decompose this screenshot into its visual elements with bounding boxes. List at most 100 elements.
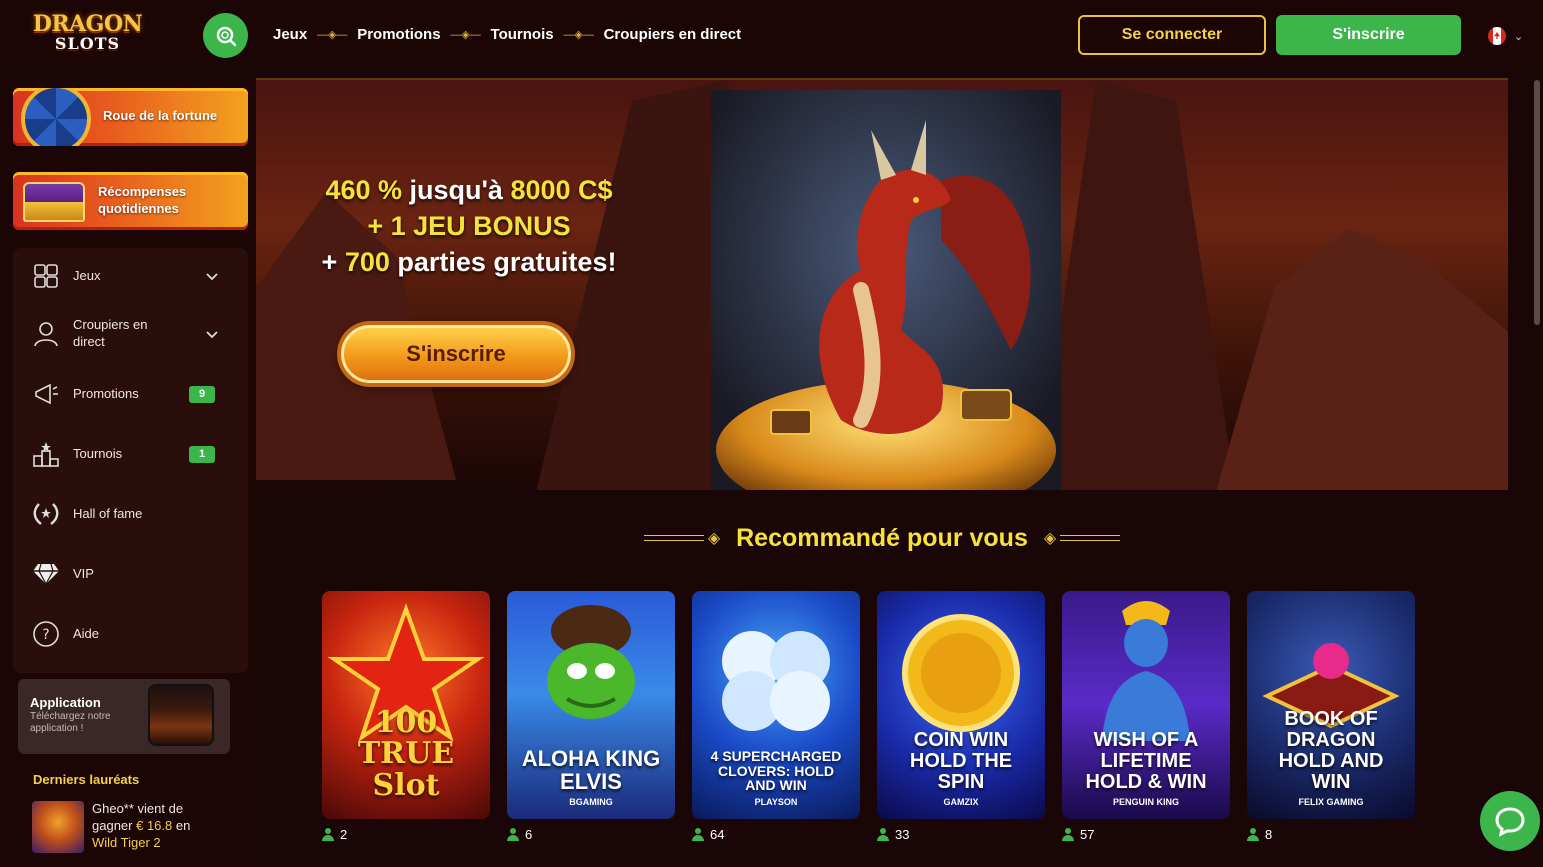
game-thumbnail[interactable]: ALOHA KING ELVIS BGAMING xyxy=(507,591,675,819)
game-card[interactable]: ALOHA KING ELVIS BGAMING 6 xyxy=(507,591,675,851)
latest-winners-title: Derniers lauréats xyxy=(33,772,140,787)
game-title: COIN WIN HOLD THE SPIN xyxy=(909,729,1013,793)
frog-character-icon xyxy=(547,605,635,719)
fortune-wheel-icon xyxy=(21,88,91,146)
winner-game-thumbnail[interactable] xyxy=(32,801,84,853)
bonus-game: + 1 JEU BONUS xyxy=(367,211,571,241)
sidebar-item-jeux[interactable]: Jeux xyxy=(13,248,248,304)
players-count: 33 xyxy=(877,827,1045,842)
sidebar-item-label: Promotions xyxy=(73,385,139,401)
nav-croupiers[interactable]: Croupiers en direct xyxy=(604,26,742,43)
nav-tournois[interactable]: Tournois xyxy=(491,26,554,43)
sidebar-menu: Jeux Croupiers en direct Promotions 9 To… xyxy=(13,248,248,673)
mountain-background xyxy=(1036,80,1236,490)
game-thumbnail[interactable]: WISH OF A LIFETIME HOLD & WIN PENGUIN KI… xyxy=(1062,591,1230,819)
dragon-illustration xyxy=(711,90,1061,490)
game-card[interactable]: COIN WIN HOLD THE SPIN GAMZIX 33 xyxy=(877,591,1045,851)
recommended-title: Recommandé pour vous xyxy=(736,523,1028,552)
game-provider: FELIX GAMING xyxy=(1298,797,1364,807)
chevron-down-icon[interactable] xyxy=(206,270,218,282)
diamond-separator-icon: —◈— xyxy=(450,28,481,41)
nav-jeux[interactable]: Jeux xyxy=(273,26,307,43)
game-provider: PENGUIN KING xyxy=(1112,797,1179,807)
wheel-label: Roue de la fortune xyxy=(103,108,218,123)
sidebar-item-vip[interactable]: VIP xyxy=(13,544,248,604)
players-count: 8 xyxy=(1247,827,1415,842)
dragon-slots-logo[interactable]: DRAGON SLOTS xyxy=(30,8,145,56)
sidebar-item-tournois[interactable]: Tournois 1 xyxy=(13,424,248,484)
canada-flag-icon xyxy=(1488,27,1506,45)
live-chat-button[interactable] xyxy=(1480,791,1540,851)
user-icon xyxy=(692,828,704,841)
help-icon: ? xyxy=(31,619,61,649)
winner-amount: € 16.8 xyxy=(136,817,173,833)
sidebar-item-label: VIP xyxy=(73,565,94,581)
search-button[interactable] xyxy=(203,13,248,58)
clover-icon xyxy=(722,631,830,731)
game-thumbnail[interactable]: 4 SUPERCHARGED CLOVERS: HOLD AND WIN PLA… xyxy=(692,591,860,819)
diamond-separator-icon: —◈— xyxy=(563,28,594,41)
game-title: WISH OF A LIFETIME HOLD & WIN xyxy=(1085,729,1207,793)
search-icon xyxy=(216,26,236,46)
login-button[interactable]: Se connecter xyxy=(1078,15,1266,55)
game-title: ALOHA KING ELVIS xyxy=(521,745,661,794)
main-content: 460 % jusqu'à 8000 C$ + 1 JEU BONUS + 70… xyxy=(256,68,1543,867)
players-count: 57 xyxy=(1062,827,1230,842)
game-thumbnail[interactable]: BOOK OF DRAGON HOLD AND WIN FELIX GAMING xyxy=(1247,591,1415,819)
bonus-percent: 460 % xyxy=(325,175,403,205)
winner-game-link[interactable]: Wild Tiger 2 xyxy=(92,835,161,850)
user-icon xyxy=(1247,828,1259,841)
top-bar: DRAGON SLOTS Jeux —◈— Promotions —◈— Tou… xyxy=(0,0,1543,68)
app-card-subtitle: Téléchargez notre application ! xyxy=(30,711,111,734)
genie-character-icon xyxy=(1102,601,1190,741)
winner-entry: Gheo** vient de gagner € 16.8 en Wild Ti… xyxy=(92,801,212,852)
user-icon xyxy=(1062,828,1074,841)
sidebar-item-label: Croupiers en direct xyxy=(73,317,148,349)
logo-line1: DRAGON xyxy=(32,10,143,37)
daily-rewards-card[interactable]: Récompenses quotidiennes xyxy=(13,172,248,230)
signup-button[interactable]: S'inscrire xyxy=(1276,15,1461,55)
main-nav: Jeux —◈— Promotions —◈— Tournois —◈— Cro… xyxy=(273,0,741,68)
sidebar-item-label: Aide xyxy=(73,625,100,641)
sidebar-item-croupiers[interactable]: Croupiers en direct xyxy=(13,304,248,364)
free-spins-plus: + xyxy=(321,247,345,277)
language-selector[interactable]: ⌄ xyxy=(1488,26,1533,46)
megaphone-icon xyxy=(31,379,61,409)
recommended-section-header: ◈ Recommandé pour vous ◈ xyxy=(256,520,1508,556)
game-card[interactable]: 100 TRUE Slot 2 xyxy=(322,591,490,851)
user-icon xyxy=(877,828,889,841)
game-provider: PLAYSON xyxy=(754,797,798,807)
logo-line2: SLOTS xyxy=(54,33,121,53)
game-card[interactable]: BOOK OF DRAGON HOLD AND WIN FELIX GAMING… xyxy=(1247,591,1415,851)
game-card[interactable]: 4 SUPERCHARGED CLOVERS: HOLD AND WIN PLA… xyxy=(692,591,860,851)
left-ornament-icon: ◈ xyxy=(643,528,720,548)
players-number: 6 xyxy=(525,827,533,842)
sidebar-item-hall-of-fame[interactable]: Hall of fame xyxy=(13,484,248,544)
sidebar-item-label: Tournois xyxy=(73,445,123,461)
chevron-down-icon: ⌄ xyxy=(1514,30,1524,43)
nav-promotions[interactable]: Promotions xyxy=(357,26,440,43)
game-thumbnail[interactable]: 100 TRUE Slot xyxy=(322,591,490,819)
page-scrollbar[interactable] xyxy=(1534,80,1540,325)
right-ornament-icon: ◈ xyxy=(1044,528,1121,548)
puzzle-icon xyxy=(31,261,61,291)
winner-text2: en xyxy=(175,817,191,833)
game-title: BOOK OF DRAGON HOLD AND WIN xyxy=(1278,708,1384,793)
hero-banner: 460 % jusqu'à 8000 C$ + 1 JEU BONUS + 70… xyxy=(256,78,1508,490)
sidebar-item-promotions[interactable]: Promotions 9 xyxy=(13,364,248,424)
app-download-card[interactable]: Application Téléchargez notre applicatio… xyxy=(18,679,230,754)
players-number: 33 xyxy=(895,827,910,842)
wheel-of-fortune-card[interactable]: Roue de la fortune xyxy=(13,88,248,146)
treasure-chest-icon xyxy=(23,182,85,222)
players-count: 64 xyxy=(692,827,860,842)
game-card[interactable]: WISH OF A LIFETIME HOLD & WIN PENGUIN KI… xyxy=(1062,591,1230,851)
chevron-down-icon[interactable] xyxy=(206,328,218,340)
promotions-count-badge: 9 xyxy=(189,385,215,403)
game-thumbnail[interactable]: COIN WIN HOLD THE SPIN GAMZIX xyxy=(877,591,1045,819)
hero-signup-button[interactable]: S'inscrire xyxy=(341,325,571,383)
game-title: 4 SUPERCHARGED CLOVERS: HOLD AND WIN xyxy=(710,747,842,794)
daily-rewards-label: Récompenses quotidiennes xyxy=(98,184,187,216)
tournois-count-badge: 1 xyxy=(189,445,215,463)
sidebar: Roue de la fortune Récompenses quotidien… xyxy=(0,80,256,867)
sidebar-item-aide[interactable]: ? Aide xyxy=(13,604,248,664)
